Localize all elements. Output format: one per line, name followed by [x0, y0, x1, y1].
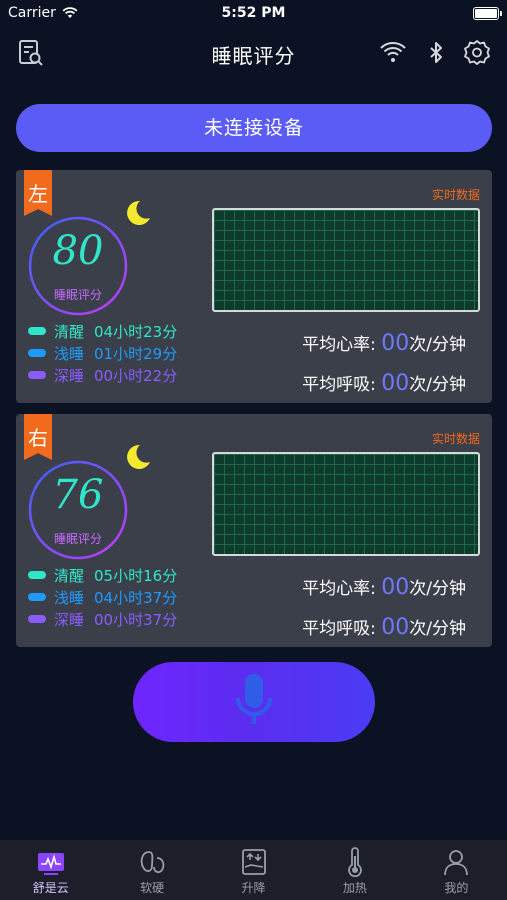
sleep-score-value: 80 [52, 228, 104, 274]
connect-device-button[interactable]: 未连接设备 [16, 104, 492, 152]
wifi-icon[interactable] [378, 38, 408, 68]
microphone-icon [236, 674, 272, 724]
stage-duration: 04小时23分 [94, 322, 178, 341]
stage-awake: 清醒 05小时16分 [28, 564, 177, 586]
deep-sleep-legend-pill [28, 615, 46, 623]
voice-control-button[interactable] [133, 662, 375, 742]
side-tag-left: 左 [24, 170, 52, 216]
monitor-wave-icon [37, 853, 64, 875]
sleep-score-value: 76 [52, 472, 104, 518]
bluetooth-icon[interactable] [421, 38, 451, 68]
stage-duration: 05小时16分 [94, 566, 178, 585]
realtime-data-link[interactable]: 实时数据 [432, 430, 480, 447]
stage-light-sleep: 浅睡 01小时29分 [28, 342, 177, 364]
gear-icon[interactable] [462, 38, 492, 68]
sleep-score-ring: 76 睡眠评分 [26, 458, 130, 562]
stage-label: 清醒 [54, 322, 85, 341]
sleep-score-label: 睡眠评分 [53, 532, 102, 546]
sleep-score-label: 睡眠评分 [53, 288, 102, 302]
tab-label: 我的 [444, 881, 469, 895]
stage-duration: 00小时37分 [94, 610, 178, 629]
light-sleep-legend-pill [28, 349, 46, 357]
breath-rate-value: 00 [381, 371, 410, 396]
deep-sleep-legend-pill [28, 371, 46, 379]
bed-panel-left: 左 80 睡眠评分 清醒 04小时23分 浅睡 01小时29分 深睡 00小时2… [16, 170, 492, 403]
tab-label: 升降 [241, 881, 266, 895]
breath-rate-unit: 次/分钟 [409, 375, 466, 395]
avg-heart-rate: 平均心率: 00次/分钟 [302, 330, 466, 356]
firmness-icon [140, 851, 165, 874]
heart-rate-label: 平均心率: [302, 579, 376, 599]
stage-label: 深睡 [54, 366, 85, 385]
tab-label: 舒是云 [32, 881, 69, 895]
tab-bar: 舒是云 软硬 升降 加热 我的 [0, 840, 507, 900]
realtime-data-link[interactable]: 实时数据 [432, 186, 480, 203]
stage-deep-sleep: 深睡 00小时37分 [28, 608, 177, 630]
status-time: 5:52 PM [221, 5, 286, 21]
tab-label: 软硬 [140, 881, 165, 895]
stage-duration: 04小时37分 [94, 588, 178, 607]
user-icon [444, 850, 469, 876]
stage-duration: 00小时22分 [94, 366, 178, 385]
nav-bar: 睡眠评分 [0, 28, 507, 78]
stage-light-sleep: 浅睡 04小时37分 [28, 586, 177, 608]
side-tag-right: 右 [24, 414, 52, 460]
bed-panel-right: 右 76 睡眠评分 清醒 05小时16分 浅睡 04小时37分 深睡 00小时3… [16, 414, 492, 647]
awake-legend-pill [28, 327, 46, 335]
stage-label: 深睡 [54, 610, 85, 629]
stage-label: 浅睡 [54, 588, 85, 607]
tab-label: 加热 [342, 881, 367, 895]
status-bar: Carrier 5:52 PM [0, 0, 507, 28]
lift-icon [241, 849, 266, 875]
avg-breath-rate: 平均呼吸: 00次/分钟 [302, 614, 466, 640]
breath-rate-unit: 次/分钟 [409, 619, 466, 639]
heart-rate-unit: 次/分钟 [409, 579, 466, 599]
tab-profile[interactable]: 我的 [406, 840, 507, 900]
stage-label: 清醒 [54, 566, 85, 585]
avg-breath-rate: 平均呼吸: 00次/分钟 [302, 370, 466, 396]
tab-lift[interactable]: 升降 [203, 840, 304, 900]
stage-deep-sleep: 深睡 00小时22分 [28, 364, 177, 386]
realtime-graph [212, 208, 480, 312]
stage-label: 浅睡 [54, 344, 85, 363]
breath-rate-label: 平均呼吸: [302, 375, 376, 395]
tab-heating[interactable]: 加热 [304, 840, 405, 900]
battery-icon [473, 7, 502, 20]
stage-awake: 清醒 04小时23分 [28, 320, 177, 342]
realtime-graph [212, 452, 480, 556]
heart-rate-value: 00 [381, 331, 410, 356]
breath-rate-label: 平均呼吸: [302, 619, 376, 639]
awake-legend-pill [28, 571, 46, 579]
heart-rate-value: 00 [381, 575, 410, 600]
stage-duration: 01小时29分 [94, 344, 178, 363]
avg-heart-rate: 平均心率: 00次/分钟 [302, 574, 466, 600]
heart-rate-label: 平均心率: [302, 335, 376, 355]
sleep-score-ring: 80 睡眠评分 [26, 214, 130, 318]
tab-firmness[interactable]: 软硬 [101, 840, 202, 900]
tab-shushiyun[interactable]: 舒是云 [0, 840, 101, 900]
light-sleep-legend-pill [28, 593, 46, 601]
breath-rate-value: 00 [381, 615, 410, 640]
heart-rate-unit: 次/分钟 [409, 335, 466, 355]
thermometer-icon [348, 847, 362, 877]
